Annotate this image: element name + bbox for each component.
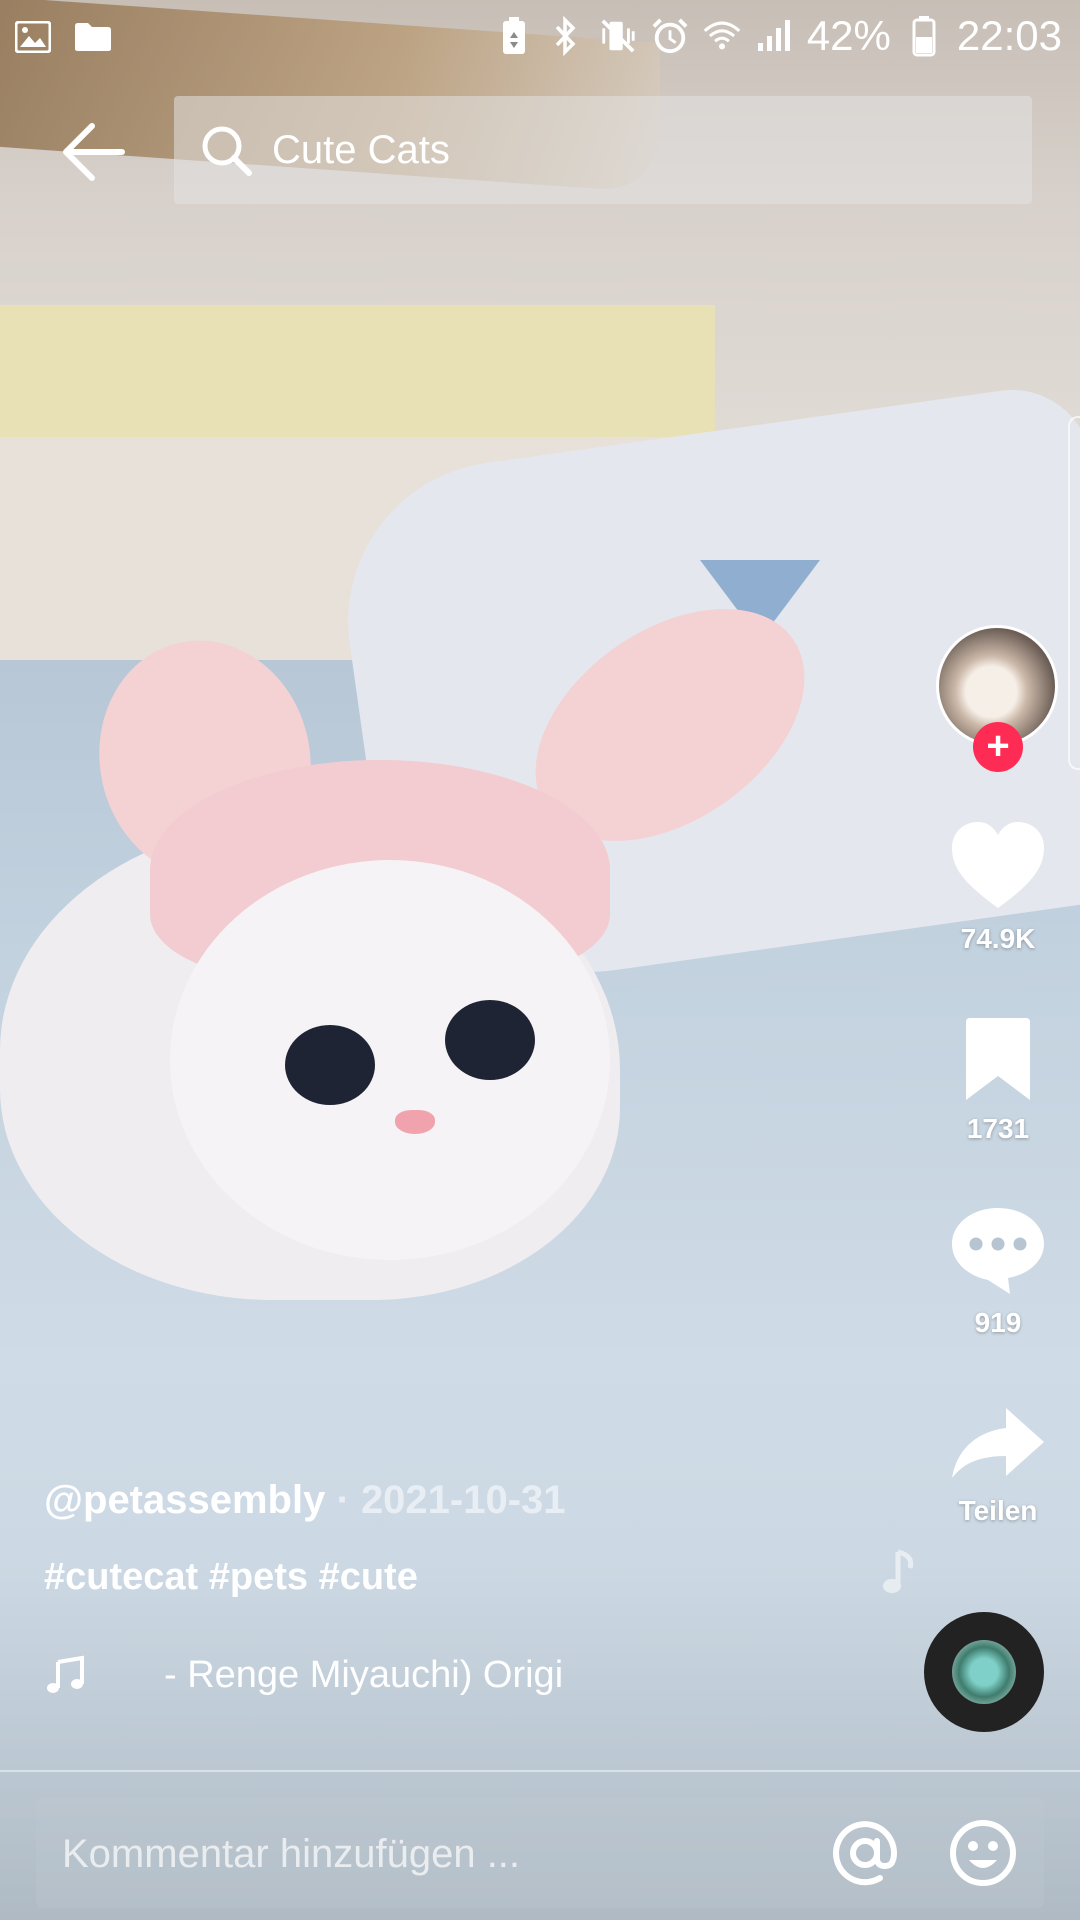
like-button[interactable]: 74.9K [930,820,1066,955]
video-screen[interactable]: 42% 22:03 Cute Cats + 74.9K 1731 919 Tei… [0,0,1080,1920]
alarm-icon [651,17,689,55]
share-arrow-icon [952,1408,1044,1478]
battery-percentage: 42% [806,12,891,59]
sound-row[interactable]: - Renge Miyauchi) Origi [44,1650,634,1700]
sound-disc-button[interactable] [924,1612,1044,1732]
video-wall-strip [0,305,715,437]
at-sign-icon [833,1821,898,1886]
sound-title: - Renge Miyauchi) Origi [164,1653,564,1696]
video-cat-face [170,860,610,1260]
wifi-icon [703,17,741,55]
signal-icon [755,17,793,55]
share-button[interactable]: Teilen [930,1404,1066,1527]
like-count: 74.9K [960,923,1036,954]
video-cat-nose [395,1110,435,1134]
video-frame [0,0,1080,1920]
separator-dot: · [336,1478,350,1522]
video-cat-eye-left [285,1025,375,1105]
folder-notification-icon [74,18,112,56]
favorite-button[interactable]: 1731 [930,1016,1066,1145]
vibrate-mute-icon [599,17,637,55]
sound-cover-image [952,1640,1016,1704]
search-query: Cute Cats [272,127,450,172]
back-button[interactable] [60,120,130,184]
clock: 22:03 [956,12,1062,59]
battery-saver-icon [495,17,533,55]
heart-icon [952,822,1044,908]
follow-button[interactable]: + [973,722,1023,772]
author-line: @petassembly · 2021-10-31 [44,1478,566,1523]
emoji-button[interactable] [948,1818,1018,1888]
comment-button[interactable]: 919 [930,1204,1066,1339]
battery-icon [905,16,943,57]
search-icon [202,126,252,176]
bookmark-icon [966,1018,1030,1100]
comment-input[interactable] [60,1798,764,1910]
post-date: 2021-10-31 [360,1478,566,1522]
search-bar[interactable]: Cute Cats [174,96,1032,204]
share-label: Teilen [958,1495,1038,1526]
smiley-icon [950,1820,1016,1886]
comment-bar [36,1798,1044,1910]
gallery-notification-icon [14,18,52,56]
comment-divider [0,1770,1080,1772]
floating-music-note-icon [883,1549,914,1593]
comment-icon [952,1208,1044,1294]
author-username[interactable]: @petassembly [44,1478,325,1522]
music-note-icon [47,1655,84,1693]
bluetooth-icon [547,16,585,56]
favorite-count: 1731 [966,1113,1030,1144]
comment-count: 919 [974,1307,1022,1338]
arrow-left-icon [63,123,125,181]
hashtags[interactable]: #cutecat #pets #cute [44,1556,418,1599]
status-bar: 42% 22:03 [0,0,1080,72]
mention-button[interactable] [830,1818,900,1888]
side-drawer-handle[interactable] [1068,416,1080,770]
video-cat-eye-right [445,1000,535,1080]
